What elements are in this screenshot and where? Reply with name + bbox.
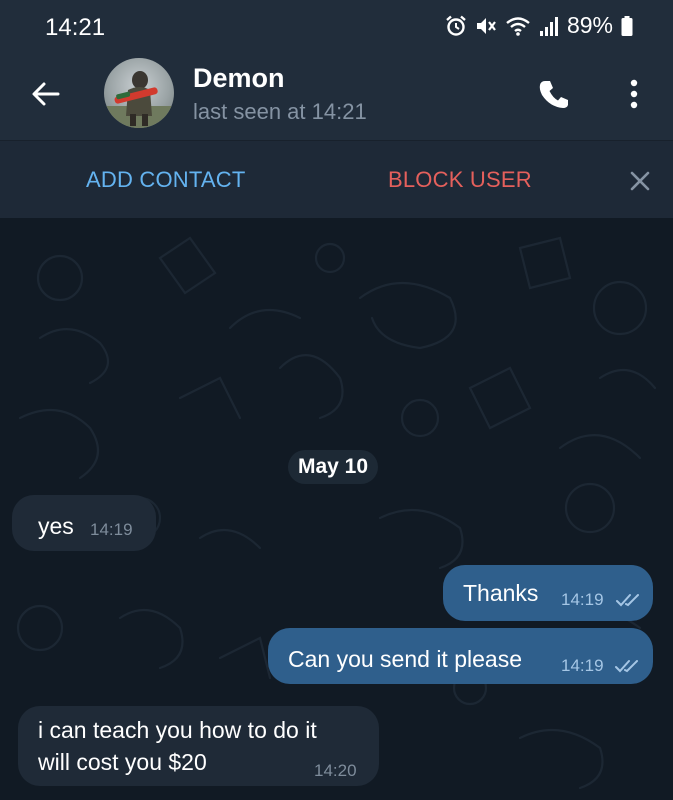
status-icons: 89% xyxy=(445,12,633,39)
battery-percent: 89% xyxy=(566,12,613,38)
avatar-image xyxy=(104,71,174,128)
alarm-icon xyxy=(446,15,466,36)
chat-messages-area[interactable]: May 10 yes 14:19 Thanks 14:19 Can you se… xyxy=(0,218,673,800)
read-checkmarks-icon xyxy=(616,594,639,607)
message-text-line: will cost you $20 xyxy=(38,749,207,775)
more-vertical-icon[interactable] xyxy=(620,76,648,112)
status-time: 14:21 xyxy=(45,14,106,41)
message-text: Can you send it please xyxy=(288,646,522,672)
message-time: 14:20 xyxy=(314,761,357,780)
contact-name[interactable]: Demon xyxy=(193,63,285,94)
battery-icon xyxy=(621,15,633,36)
mute-icon xyxy=(476,17,496,34)
status-bar: 14:21 89% xyxy=(0,0,673,56)
date-separator: May 10 xyxy=(288,450,379,484)
message-bubble-incoming[interactable]: i can teach you how to do it will cost y… xyxy=(18,706,379,786)
message-bubble-outgoing[interactable]: Can you send it please 14:19 xyxy=(268,628,653,684)
wifi-icon xyxy=(506,16,530,36)
back-arrow-icon[interactable] xyxy=(28,76,64,112)
message-bubble-outgoing[interactable]: Thanks 14:19 xyxy=(443,565,653,621)
message-text: yes xyxy=(38,513,74,539)
add-contact-button[interactable]: ADD CONTACT xyxy=(86,167,245,193)
last-seen-status: last seen at 14:21 xyxy=(193,99,367,124)
message-time: 14:19 xyxy=(90,520,133,539)
signal-icon xyxy=(539,16,558,36)
block-user-button[interactable]: BLOCK USER xyxy=(388,167,532,193)
read-checkmarks-icon xyxy=(615,660,638,673)
phone-icon[interactable] xyxy=(536,76,572,112)
close-icon[interactable] xyxy=(626,167,654,195)
message-time: 14:19 xyxy=(561,656,604,675)
message-text-line: i can teach you how to do it xyxy=(38,717,317,743)
contact-action-bar: ADD CONTACT BLOCK USER xyxy=(0,140,673,219)
chat-header: Demon last seen at 14:21 xyxy=(0,56,673,140)
message-time: 14:19 xyxy=(561,590,604,609)
message-text: Thanks xyxy=(463,580,539,606)
message-bubble-incoming[interactable]: yes 14:19 xyxy=(12,495,156,551)
avatar[interactable] xyxy=(104,58,174,128)
